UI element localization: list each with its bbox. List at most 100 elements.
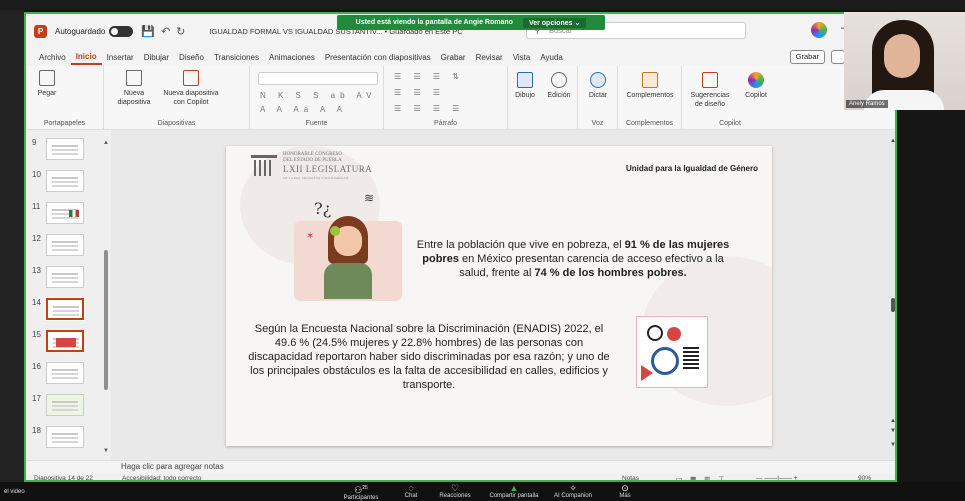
copilot-icon[interactable] xyxy=(811,22,827,38)
tab-diseno[interactable]: Diseño xyxy=(174,51,209,64)
thumbnail-number: 18 xyxy=(32,426,41,435)
designer-icon xyxy=(702,72,718,88)
share-screen-label: Compartir pantalla xyxy=(489,493,539,499)
share-screen-button[interactable]: ▲ Compartir pantalla xyxy=(484,483,544,499)
list-buttons-icon[interactable]: ☰ ☰ ☰ ⇅ xyxy=(394,72,464,81)
font-name-box[interactable] xyxy=(258,72,378,85)
group-drawing: Dibujo Edición xyxy=(508,66,578,130)
powerpoint-logo-icon: P xyxy=(34,24,47,38)
tab-grabar[interactable]: Grabar xyxy=(436,51,471,64)
tab-transiciones[interactable]: Transiciones xyxy=(209,51,264,64)
designer-label: Sugerencias de diseño xyxy=(690,92,730,108)
tab-presentacion[interactable]: Presentación con diapositivas xyxy=(320,51,436,64)
copilot-ribbon-icon xyxy=(748,72,764,88)
thumbnail-10[interactable]: 10 xyxy=(32,170,102,194)
font-size-buttons[interactable]: A A Aa A A xyxy=(260,105,347,114)
reactions-button[interactable]: ♡ Reacciones xyxy=(430,483,480,499)
view-buttons-icon[interactable]: ▭▦▥⊤ xyxy=(676,475,732,480)
addins-icon xyxy=(642,72,658,88)
zoom-percent[interactable]: 90% xyxy=(858,475,871,480)
tab-revisar[interactable]: Revisar xyxy=(471,51,508,64)
next-slide-icon[interactable]: ▼ xyxy=(890,428,895,434)
find-icon xyxy=(551,72,567,88)
logo-line-4: DE LA PAZ, PROGRESO Y SOLIDARIDAD xyxy=(283,176,349,180)
thumbnail-15[interactable]: 15 xyxy=(32,330,102,354)
slide-canvas[interactable]: HONORABLE CONGRESO DEL ESTADO DE PUEBLA … xyxy=(226,146,772,446)
star-icon: ✶ xyxy=(306,231,315,242)
reactions-icon: ♡ xyxy=(450,483,460,493)
tab-animaciones[interactable]: Animaciones xyxy=(264,51,320,64)
scroll-up-icon[interactable]: ▲ xyxy=(890,138,895,144)
tab-insertar[interactable]: Insertar xyxy=(102,51,139,64)
thumbnail-12[interactable]: 12 xyxy=(32,234,102,258)
new-slide-copilot-label: Nueva diapositiva con Copilot xyxy=(163,90,219,106)
swirl-icon: ≋ xyxy=(364,191,375,205)
thumbnail-11[interactable]: 11 xyxy=(32,202,102,226)
accessibility-status[interactable]: Accesibilidad: todo correcto xyxy=(122,475,202,480)
addins-group-label: Complementos xyxy=(625,120,674,127)
ai-companion-button[interactable]: ✧ AI Companion xyxy=(548,483,598,499)
scroll-down-icon[interactable]: ▼ xyxy=(890,442,895,448)
copilot-label: Copilot xyxy=(745,92,767,99)
view-options-label: Ver opciones xyxy=(528,19,573,27)
record-button[interactable]: Grabar xyxy=(789,50,825,64)
zoom-slider[interactable]: — ——|—— + xyxy=(756,475,798,480)
font-format-buttons[interactable]: N K S S ab AV xyxy=(260,91,376,100)
video-label[interactable]: el video xyxy=(4,489,25,495)
editing-button[interactable]: Edición xyxy=(542,72,576,100)
share-banner-text: Usted está viendo la pantalla de Angie R… xyxy=(355,19,513,26)
prev-slide-icon[interactable]: ▲ xyxy=(890,418,895,424)
participant-video[interactable]: Anely Ramos xyxy=(844,12,965,110)
dictate-button[interactable]: Dictar xyxy=(582,72,614,100)
more-button[interactable]: ⊙ Más xyxy=(600,483,650,499)
justify-buttons-icon[interactable]: ☰ ☰ ☰ ☰ xyxy=(394,104,464,113)
thumbnail-17[interactable]: 17 xyxy=(32,394,102,418)
drawing-label: Dibujo xyxy=(515,92,535,99)
group-paragraph: ☰ ☰ ☰ ⇅ ☰ ☰ ☰ ☰ ☰ ☰ ☰ Párrafo xyxy=(384,66,508,130)
comments-icon[interactable] xyxy=(831,50,845,64)
notes-button[interactable]: Notas xyxy=(622,475,639,480)
clipboard-group-label: Portapapeles xyxy=(43,120,86,127)
quick-access-icons[interactable]: 💾↶↻ xyxy=(141,25,191,38)
thumbnail-number: 14 xyxy=(32,298,41,307)
statistic-health: Entre la población que vive en pobreza, … xyxy=(414,238,732,280)
tab-dibujar[interactable]: Dibujar xyxy=(139,51,174,64)
tab-vista[interactable]: Vista xyxy=(508,51,536,64)
paste-button[interactable]: Pegar xyxy=(32,70,62,98)
tab-inicio[interactable]: Inicio xyxy=(70,50,102,65)
view-options-button[interactable]: Ver opciones ⌄ xyxy=(522,17,587,28)
new-slide-button[interactable]: Nueva diapositiva xyxy=(112,70,156,107)
thumbnail-number: 10 xyxy=(32,170,41,179)
thumbnail-13[interactable]: 13 xyxy=(32,266,102,290)
thumbnail-image xyxy=(46,426,84,448)
more-icon: ⊙ xyxy=(621,483,629,493)
body-shape xyxy=(324,263,372,299)
thumbnail-scrollbar[interactable] xyxy=(104,250,108,390)
autosave-label: Autoguardado xyxy=(55,26,106,36)
thumbnail-9[interactable]: 9 xyxy=(32,138,102,162)
autosave-toggle[interactable] xyxy=(109,25,134,37)
participants-button[interactable]: ⚇25 Participantes xyxy=(336,483,386,501)
share-screen-icon: ▲ xyxy=(509,483,519,493)
logo-line-1: HONORABLE CONGRESO xyxy=(283,152,343,157)
new-slide-copilot-button[interactable]: Nueva diapositiva con Copilot xyxy=(160,70,222,107)
copilot-button[interactable]: Copilot xyxy=(738,72,774,100)
chat-button[interactable]: ◌ Chat xyxy=(386,483,436,499)
thumbnail-image-current xyxy=(45,297,85,321)
notes-pane[interactable]: Haga clic para agregar notas xyxy=(26,460,895,474)
tab-archivo[interactable]: Archivo xyxy=(34,51,71,64)
drawing-button[interactable]: Dibujo xyxy=(510,72,540,100)
thumbnail-18[interactable]: 18 xyxy=(32,426,102,450)
addins-button[interactable]: Complementos xyxy=(622,72,678,100)
slide-scrollbar[interactable]: ▲ ▲ ▼ ▼ xyxy=(890,138,895,454)
scroll-up-icon[interactable]: ▲ xyxy=(103,140,109,146)
editing-label: Edición xyxy=(547,92,571,99)
designer-button[interactable]: Sugerencias de diseño xyxy=(686,72,734,109)
thumbnail-14[interactable]: 14 xyxy=(32,297,102,322)
thumbnail-16[interactable]: 16 xyxy=(32,362,102,386)
scrollbar-thumb[interactable] xyxy=(891,298,895,312)
tab-ayuda[interactable]: Ayuda xyxy=(535,51,568,64)
thumbnail-number: 12 xyxy=(32,234,41,243)
scroll-down-icon[interactable]: ▼ xyxy=(103,448,109,454)
align-buttons-icon[interactable]: ☰ ☰ ☰ xyxy=(394,88,445,97)
